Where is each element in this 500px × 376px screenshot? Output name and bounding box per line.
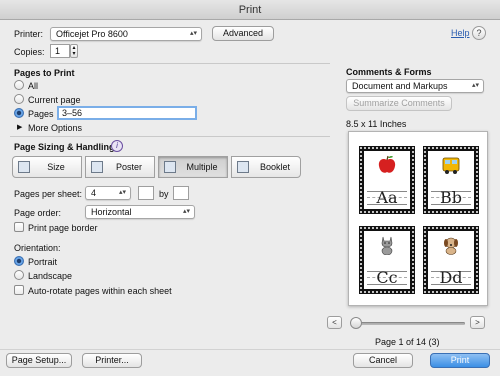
disclosure-triangle-icon[interactable]: ▶: [17, 123, 22, 131]
radio-current-page-label: Current page: [28, 95, 81, 105]
more-options-label[interactable]: More Options: [28, 123, 82, 133]
radio-pages[interactable]: [14, 108, 24, 118]
comments-forms-select[interactable]: Document and Markups ▴▾: [346, 79, 484, 93]
copies-stepper[interactable]: ▴ ▾: [70, 44, 78, 58]
pages-per-sheet-select[interactable]: 4 ▴▾: [85, 186, 131, 200]
radio-current-page[interactable]: [14, 94, 24, 104]
mode-poster-button[interactable]: Poster: [85, 156, 155, 178]
radio-portrait[interactable]: [14, 256, 24, 266]
mode-multiple-label: Multiple: [186, 162, 218, 172]
page-info: Page 1 of 14 (3): [375, 337, 440, 347]
mode-booklet-label: Booklet: [259, 162, 291, 172]
orientation-heading: Orientation:: [14, 243, 61, 253]
pages-per-sheet-value: 4: [91, 188, 97, 198]
advanced-button[interactable]: Advanced: [212, 26, 274, 41]
poster-icon: [91, 161, 103, 173]
card-letters: Bb: [440, 188, 462, 207]
print-border-label: Print page border: [28, 223, 98, 233]
radio-portrait-label: Portrait: [28, 257, 58, 267]
radio-landscape-label: Landscape: [28, 271, 73, 281]
page-slider-track[interactable]: [355, 322, 465, 325]
mode-poster-label: Poster: [115, 162, 142, 172]
print-border-checkbox[interactable]: [14, 222, 24, 232]
title-bar: Print: [0, 0, 500, 20]
window-title: Print: [238, 4, 262, 16]
card-letters: Dd: [439, 268, 463, 287]
preview-card-b: Bb: [423, 146, 479, 214]
card-letters: Cc: [376, 268, 398, 287]
mode-booklet-button[interactable]: Booklet: [231, 156, 301, 178]
apple-icon: [378, 155, 396, 173]
copies-label: Copies:: [14, 47, 45, 57]
pages-rows-input[interactable]: [173, 186, 189, 200]
summarize-comments-button[interactable]: Summarize Comments: [346, 96, 452, 111]
paper-size-label: 8.5 x 11 Inches: [346, 119, 407, 129]
printer-label: Printer:: [14, 29, 44, 39]
mode-size-label: Size: [47, 162, 65, 172]
radio-landscape[interactable]: [14, 270, 24, 280]
chevron-updown-icon: ▴▾: [182, 208, 190, 215]
page-order-value: Horizontal: [91, 207, 132, 217]
multiple-pages-icon: [164, 161, 176, 173]
copies-input[interactable]: 1: [50, 44, 70, 58]
mode-size-button[interactable]: Size: [12, 156, 82, 178]
printer-settings-button[interactable]: Printer...: [82, 353, 142, 368]
printer-select[interactable]: Officejet Pro 8600 ▴▾: [50, 27, 202, 41]
chevron-updown-icon: ▴▾: [118, 189, 126, 196]
divider: [10, 136, 330, 137]
size-icon: [18, 161, 30, 173]
preview-card-d: Dd: [423, 226, 479, 294]
print-preview: Aa Bb Cc Dd: [348, 131, 488, 306]
auto-rotate-label: Auto-rotate pages within each sheet: [28, 286, 172, 296]
comments-forms-value: Document and Markups: [352, 81, 448, 91]
cancel-button[interactable]: Cancel: [353, 353, 413, 368]
page-order-select[interactable]: Horizontal ▴▾: [85, 205, 195, 219]
card-letters: Aa: [376, 188, 398, 207]
booklet-icon: [237, 161, 249, 173]
dog-icon: [444, 237, 458, 255]
page-slider-knob[interactable]: [350, 317, 362, 329]
chevron-updown-icon: ▴▾: [189, 30, 197, 37]
divider: [0, 349, 500, 350]
radio-pages-label: Pages: [28, 109, 54, 119]
page-setup-button[interactable]: Page Setup...: [6, 353, 72, 368]
radio-all-label: All: [28, 81, 39, 91]
pages-to-print-heading: Pages to Print: [14, 68, 75, 78]
page-order-label: Page order:: [14, 208, 62, 218]
divider: [10, 63, 330, 64]
print-button[interactable]: Print: [430, 353, 490, 368]
mode-multiple-button[interactable]: Multiple: [158, 156, 228, 178]
by-label: by: [159, 189, 169, 199]
pages-columns-input[interactable]: [138, 186, 154, 200]
printer-value: Officejet Pro 8600: [56, 29, 128, 39]
cat-icon: [381, 236, 393, 255]
info-icon[interactable]: i: [111, 140, 123, 152]
preview-card-c: Cc: [359, 226, 415, 294]
comments-forms-heading: Comments & Forms: [346, 67, 432, 77]
page-range-input[interactable]: 3–56: [57, 106, 197, 120]
chevron-updown-icon: ▴▾: [471, 82, 479, 89]
radio-all[interactable]: [14, 80, 24, 90]
next-page-button[interactable]: >: [470, 316, 485, 329]
previous-page-button[interactable]: <: [327, 316, 342, 329]
pages-per-sheet-label: Pages per sheet:: [14, 189, 83, 199]
help-icon[interactable]: ?: [472, 26, 486, 40]
sizing-heading: Page Sizing & Handling: [14, 142, 115, 152]
preview-card-a: Aa: [359, 146, 415, 214]
help-link[interactable]: Help: [451, 28, 470, 38]
auto-rotate-checkbox[interactable]: [14, 285, 24, 295]
school-bus-icon: [442, 157, 460, 174]
